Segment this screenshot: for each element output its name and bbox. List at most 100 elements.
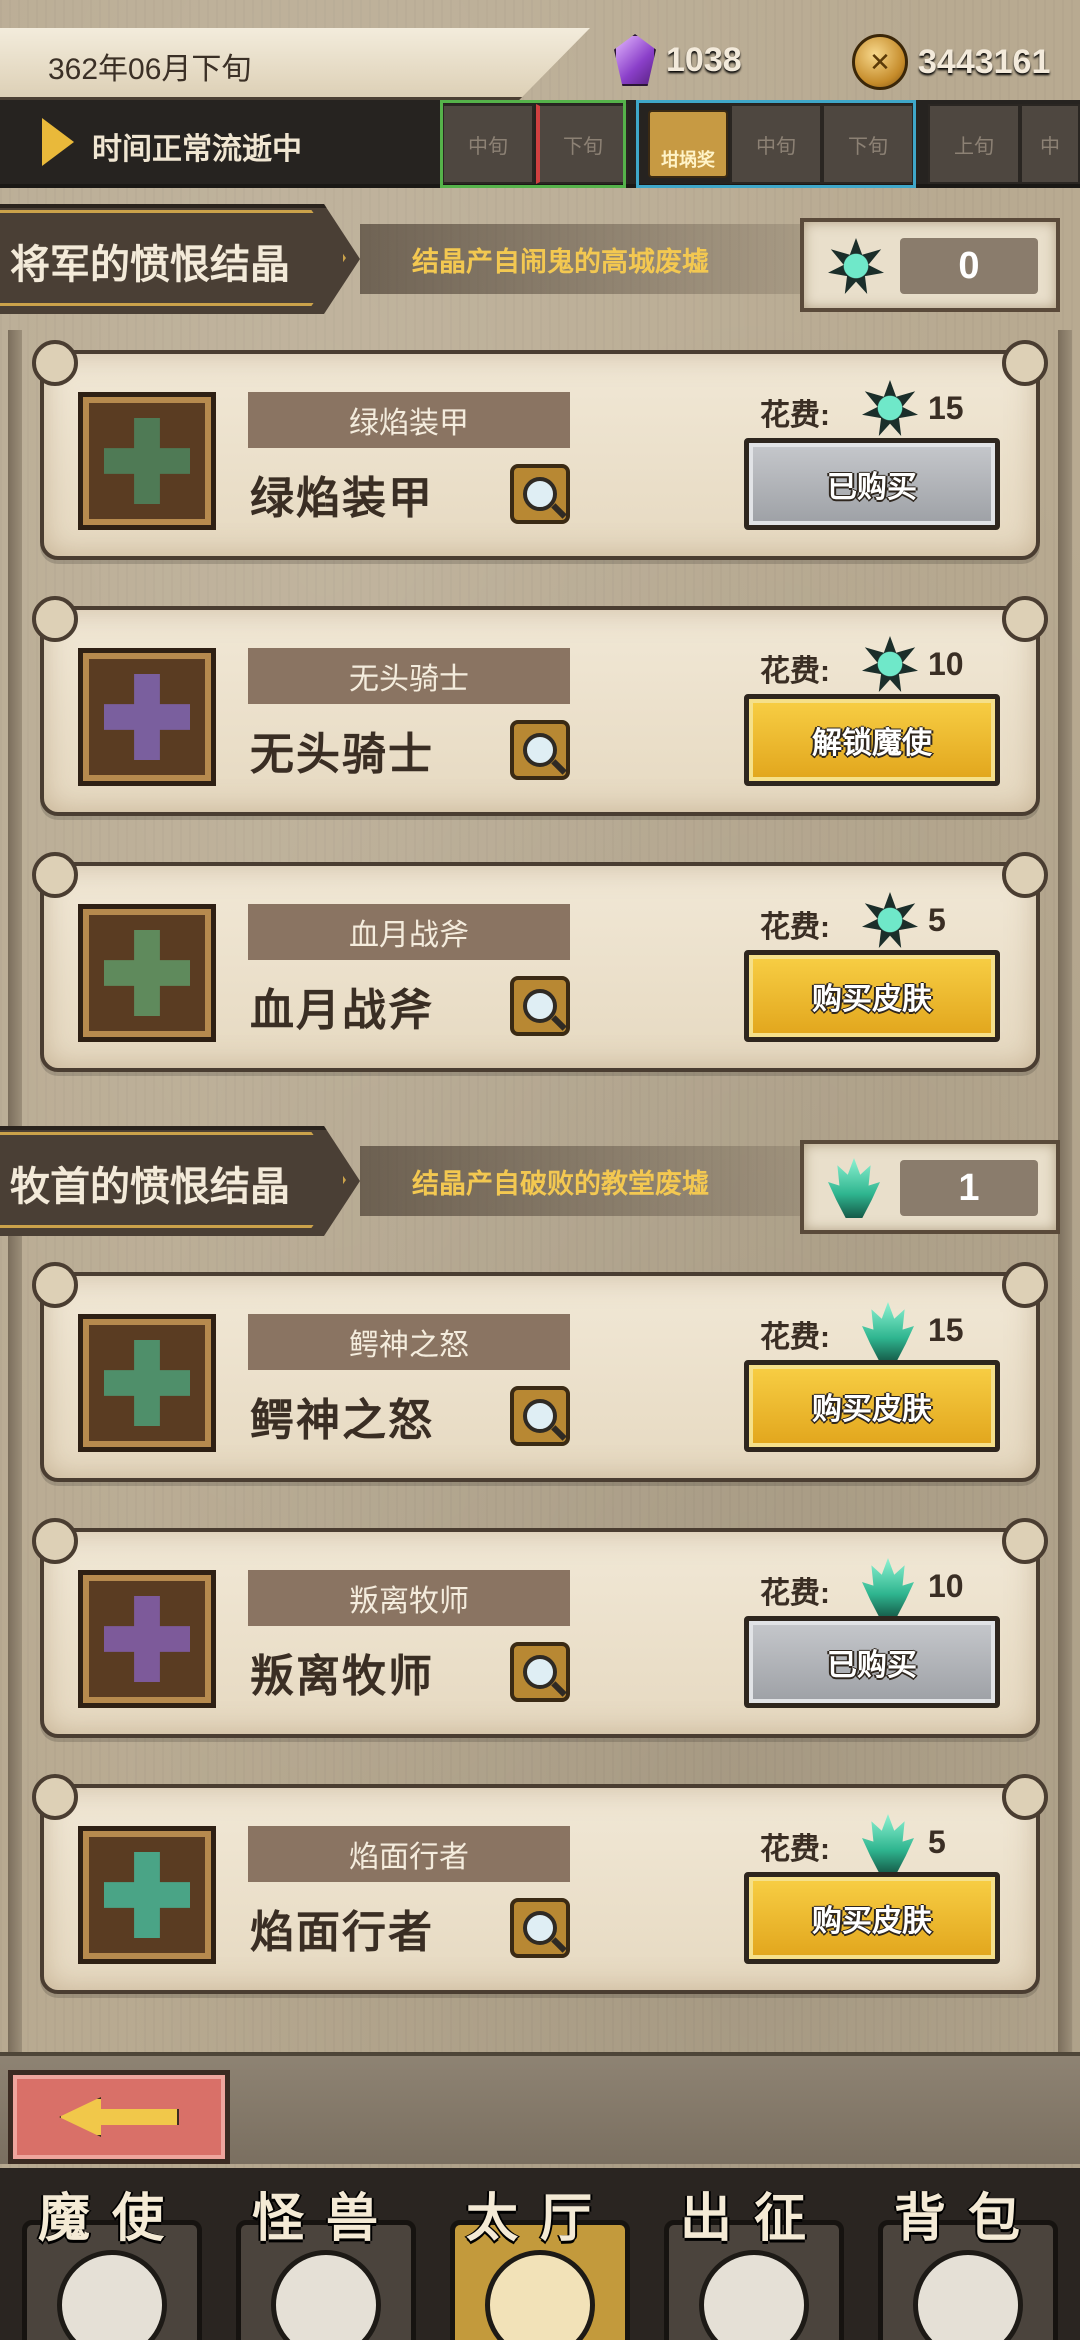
cost-value: 5 <box>928 902 946 938</box>
cost-label: 花费: <box>760 1577 830 1610</box>
skin-name-plate: 鳄神之怒 <box>248 1314 570 1370</box>
nav-expedition[interactable]: 出征 <box>654 2176 854 2340</box>
inspect-button[interactable] <box>510 1898 570 1958</box>
skin-thumbnail[interactable] <box>78 1314 216 1452</box>
skin-name-plate: 焰面行者 <box>248 1826 570 1882</box>
back-arrow-icon <box>59 2097 179 2137</box>
buy-skin-button[interactable]: 购买皮肤 <box>744 1360 1000 1452</box>
skin-card: 叛离牧师 叛离牧师 花费: 10 已购买 <box>32 1518 1048 1744</box>
cost-label: 花费: <box>760 399 830 432</box>
skin-card: 血月战斧 血月战斧 花费: 5 购买皮肤 <box>32 852 1048 1078</box>
skin-name: 叛离牧师 <box>250 1652 434 1701</box>
purchased-button[interactable]: 已购买 <box>744 1616 1000 1708</box>
skin-thumbnail[interactable] <box>78 1570 216 1708</box>
scroll-curl <box>32 1262 78 1308</box>
buy-skin-button[interactable]: 购买皮肤 <box>744 1872 1000 1964</box>
magnifier-icon <box>523 1655 557 1689</box>
back-button[interactable] <box>8 2070 230 2164</box>
inspect-button[interactable] <box>510 720 570 780</box>
inspect-button[interactable] <box>510 464 570 524</box>
nav-label: 太厅 <box>465 2190 614 2248</box>
scroll-curl <box>1002 1518 1048 1564</box>
armor-emblem-icon <box>104 418 190 504</box>
buy-skin-button[interactable]: 购买皮肤 <box>744 950 1000 1042</box>
gold-amount: 3443161 <box>918 42 1051 81</box>
skull-icon <box>57 2250 167 2340</box>
scroll-curl <box>1002 1774 1048 1820</box>
magnifier-icon <box>523 1911 557 1945</box>
skull-emblem-icon <box>104 1852 190 1938</box>
nav-label: 出征 <box>679 2190 828 2248</box>
nav-label: 魔使 <box>37 2190 186 2248</box>
gold-counter[interactable]: ✕ 3443161 <box>852 34 1050 90</box>
scroll-curl <box>1002 340 1048 386</box>
flame-crystal-icon <box>828 1158 880 1218</box>
timeline-cell[interactable]: 下旬 <box>822 104 914 184</box>
skin-card: 无头骑士 无头骑士 花费: 10 解锁魔使 <box>32 596 1048 822</box>
scroll-curl <box>1002 596 1048 642</box>
backpack-icon <box>913 2250 1023 2340</box>
crystal-counter[interactable]: 1038 <box>614 34 742 86</box>
magnifier-icon <box>523 477 557 511</box>
inspect-button[interactable] <box>510 1386 570 1446</box>
spiked-crystal-icon <box>828 238 884 294</box>
cost-value: 15 <box>928 390 964 426</box>
inspect-button[interactable] <box>510 976 570 1036</box>
skin-card: 绿焰装甲 绿焰装甲 花费: 15 已购买 <box>32 340 1048 566</box>
skin-name: 焰面行者 <box>250 1908 434 1957</box>
nav-familiar[interactable]: 魔使 <box>12 2176 212 2340</box>
play-icon[interactable] <box>42 118 74 166</box>
scroll-curl <box>1002 1262 1048 1308</box>
crystal-balance-value: 0 <box>900 238 1038 294</box>
section-header-general: 将军的愤恨结晶 结晶产自闹鬼的高城废墟 0 <box>0 204 1080 329</box>
magnifier-icon <box>523 733 557 767</box>
timeline-cell[interactable]: 中旬 <box>442 104 534 184</box>
timeline-cell[interactable]: 中 <box>1020 104 1080 184</box>
nav-label: 怪兽 <box>251 2190 400 2248</box>
skin-card: 焰面行者 焰面行者 花费: 5 购买皮肤 <box>32 1774 1048 2000</box>
skin-name-plate: 叛离牧师 <box>248 1570 570 1626</box>
skin-name-plate: 血月战斧 <box>248 904 570 960</box>
nav-backpack[interactable]: 背包 <box>868 2176 1068 2340</box>
skin-thumbnail[interactable] <box>78 392 216 530</box>
purchased-button[interactable]: 已购买 <box>744 438 1000 530</box>
crocodile-emblem-icon <box>104 1340 190 1426</box>
skin-thumbnail[interactable] <box>78 904 216 1042</box>
timeline-cell[interactable]: 上旬 <box>928 104 1020 184</box>
inspect-button[interactable] <box>510 1642 570 1702</box>
timeline-cell[interactable]: 中旬 <box>730 104 822 184</box>
knight-emblem-icon <box>104 674 190 760</box>
time-status: 时间正常流逝中 <box>92 133 302 166</box>
unlock-familiar-button[interactable]: 解锁魔使 <box>744 694 1000 786</box>
monster-icon <box>271 2250 381 2340</box>
crucible-event-chip[interactable]: 坩埚奖 <box>648 110 728 178</box>
cost-label: 花费: <box>760 911 830 944</box>
expedition-icon <box>699 2250 809 2340</box>
crystal-balance: 0 <box>800 218 1060 312</box>
cost-label: 花费: <box>760 1833 830 1866</box>
game-date: 362年06月下旬 <box>48 53 252 86</box>
cost-value: 15 <box>928 1312 964 1348</box>
priest-emblem-icon <box>104 1596 190 1682</box>
cost-value: 5 <box>928 1824 946 1860</box>
skin-name-plate: 绿焰装甲 <box>248 392 570 448</box>
scroll-curl <box>1002 852 1048 898</box>
nav-hall[interactable]: 太厅 <box>440 2176 640 2340</box>
magnifier-icon <box>523 1399 557 1433</box>
section-title-border <box>0 210 346 306</box>
gold-coin-icon: ✕ <box>852 34 908 90</box>
crystal-amount: 1038 <box>666 40 742 79</box>
crystal-balance: 1 <box>800 1140 1060 1234</box>
nav-monster[interactable]: 怪兽 <box>226 2176 426 2340</box>
crystal-icon <box>614 34 656 86</box>
timeline-cell-current[interactable]: 下旬 <box>536 104 628 184</box>
scroll-curl <box>32 1774 78 1820</box>
skin-thumbnail[interactable] <box>78 1826 216 1964</box>
scroll-curl <box>32 1518 78 1564</box>
section-source: 结晶产自破败的教堂废墟 <box>360 1146 800 1216</box>
axe-emblem-icon <box>104 930 190 1016</box>
nav-label: 背包 <box>893 2190 1042 2248</box>
skin-thumbnail[interactable] <box>78 648 216 786</box>
section-source: 结晶产自闹鬼的高城废墟 <box>360 224 800 294</box>
skin-name: 鳄神之怒 <box>250 1396 434 1445</box>
